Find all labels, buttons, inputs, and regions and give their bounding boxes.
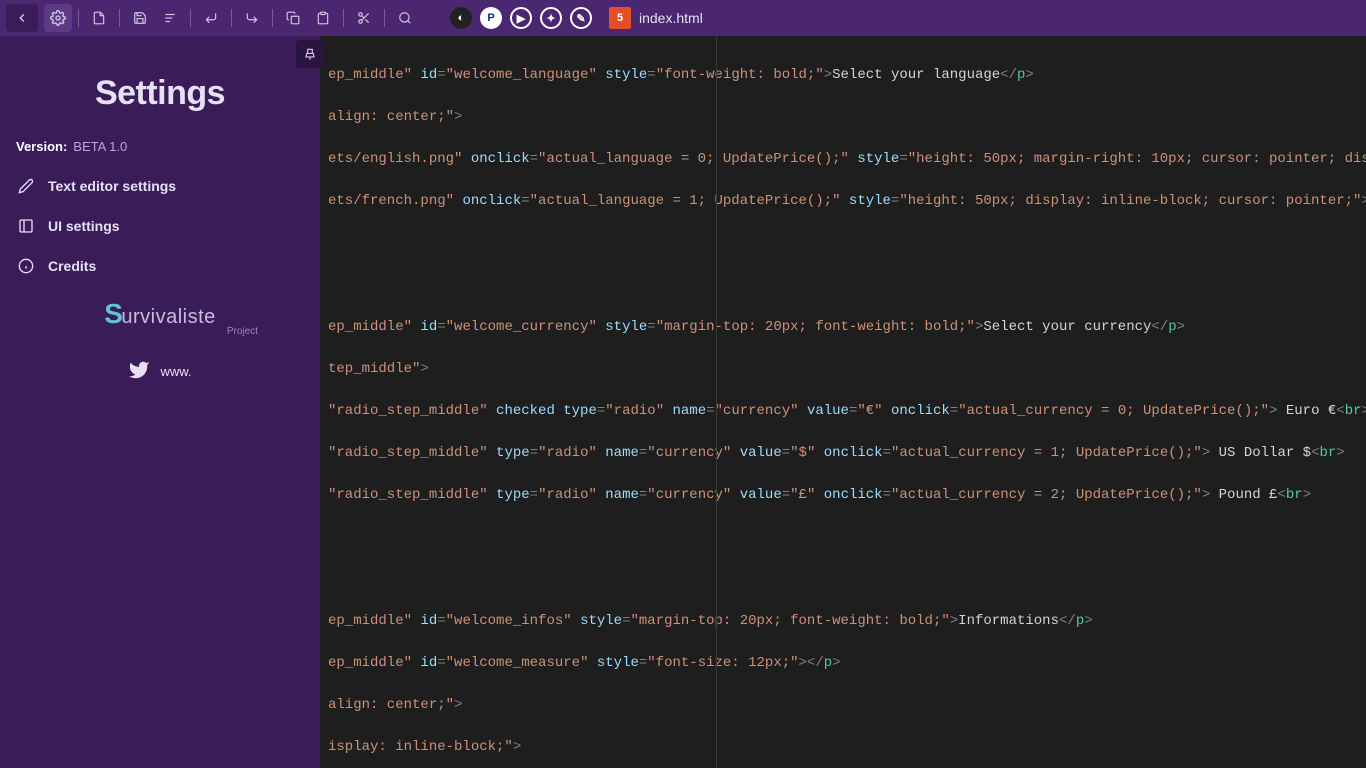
play-icon[interactable]: ▶ bbox=[510, 7, 532, 29]
code-editor[interactable]: ep_middle" id="welcome_language" style="… bbox=[320, 36, 1366, 768]
cut-button[interactable] bbox=[350, 4, 378, 32]
toolbar-separator bbox=[384, 9, 385, 27]
settings-button[interactable] bbox=[44, 4, 72, 32]
sidebar: Settings Version: BETA 1.0 Text editor se… bbox=[0, 36, 320, 768]
toolbar-separator bbox=[343, 9, 344, 27]
toolbar-separator bbox=[231, 9, 232, 27]
save-button[interactable] bbox=[126, 4, 154, 32]
version-value: BETA 1.0 bbox=[73, 139, 127, 154]
version-row: Version: BETA 1.0 bbox=[0, 139, 320, 166]
sidebar-title: Settings bbox=[0, 36, 320, 139]
toolbar: ◐ P ▶ ✦ ✎ 5 index.html bbox=[0, 0, 1366, 36]
redo-button[interactable] bbox=[238, 4, 266, 32]
main-area: Settings Version: BETA 1.0 Text editor se… bbox=[0, 36, 1366, 768]
paste-button[interactable] bbox=[309, 4, 337, 32]
search-button[interactable] bbox=[391, 4, 419, 32]
pin-button[interactable] bbox=[296, 40, 324, 68]
sidebar-item-label: Credits bbox=[48, 258, 96, 274]
pencil-icon bbox=[16, 176, 36, 196]
brand-block: Survivaliste Project bbox=[0, 298, 320, 337]
copy-button[interactable] bbox=[279, 4, 307, 32]
sidebar-item-ui-settings[interactable]: UI settings bbox=[0, 206, 320, 246]
brand-logo: Survivaliste bbox=[104, 298, 216, 330]
filename-label: index.html bbox=[639, 10, 703, 26]
twitter-icon bbox=[128, 359, 150, 384]
back-button[interactable] bbox=[6, 4, 38, 32]
document-icon[interactable]: ✎ bbox=[570, 7, 592, 29]
paypal-icon[interactable]: P bbox=[480, 7, 502, 29]
version-label: Version: bbox=[16, 139, 67, 154]
settings-circle-icon[interactable]: ✦ bbox=[540, 7, 562, 29]
new-file-button[interactable] bbox=[85, 4, 113, 32]
toolbar-separator bbox=[190, 9, 191, 27]
toolbar-separator bbox=[272, 9, 273, 27]
social-text: www. bbox=[160, 364, 191, 379]
html5-badge-icon: 5 bbox=[609, 7, 631, 29]
sidebar-item-label: Text editor settings bbox=[48, 178, 176, 194]
sidebar-item-text-editor[interactable]: Text editor settings bbox=[0, 166, 320, 206]
save-all-button[interactable] bbox=[156, 4, 184, 32]
layout-icon bbox=[16, 216, 36, 236]
toolbar-separator bbox=[78, 9, 79, 27]
social-row[interactable]: www. bbox=[0, 359, 320, 384]
sidebar-item-label: UI settings bbox=[48, 218, 120, 234]
sidebar-item-credits[interactable]: Credits bbox=[0, 246, 320, 286]
toolbar-separator bbox=[119, 9, 120, 27]
undo-button[interactable] bbox=[197, 4, 225, 32]
run-dark-icon[interactable]: ◐ bbox=[450, 7, 472, 29]
info-icon bbox=[16, 256, 36, 276]
